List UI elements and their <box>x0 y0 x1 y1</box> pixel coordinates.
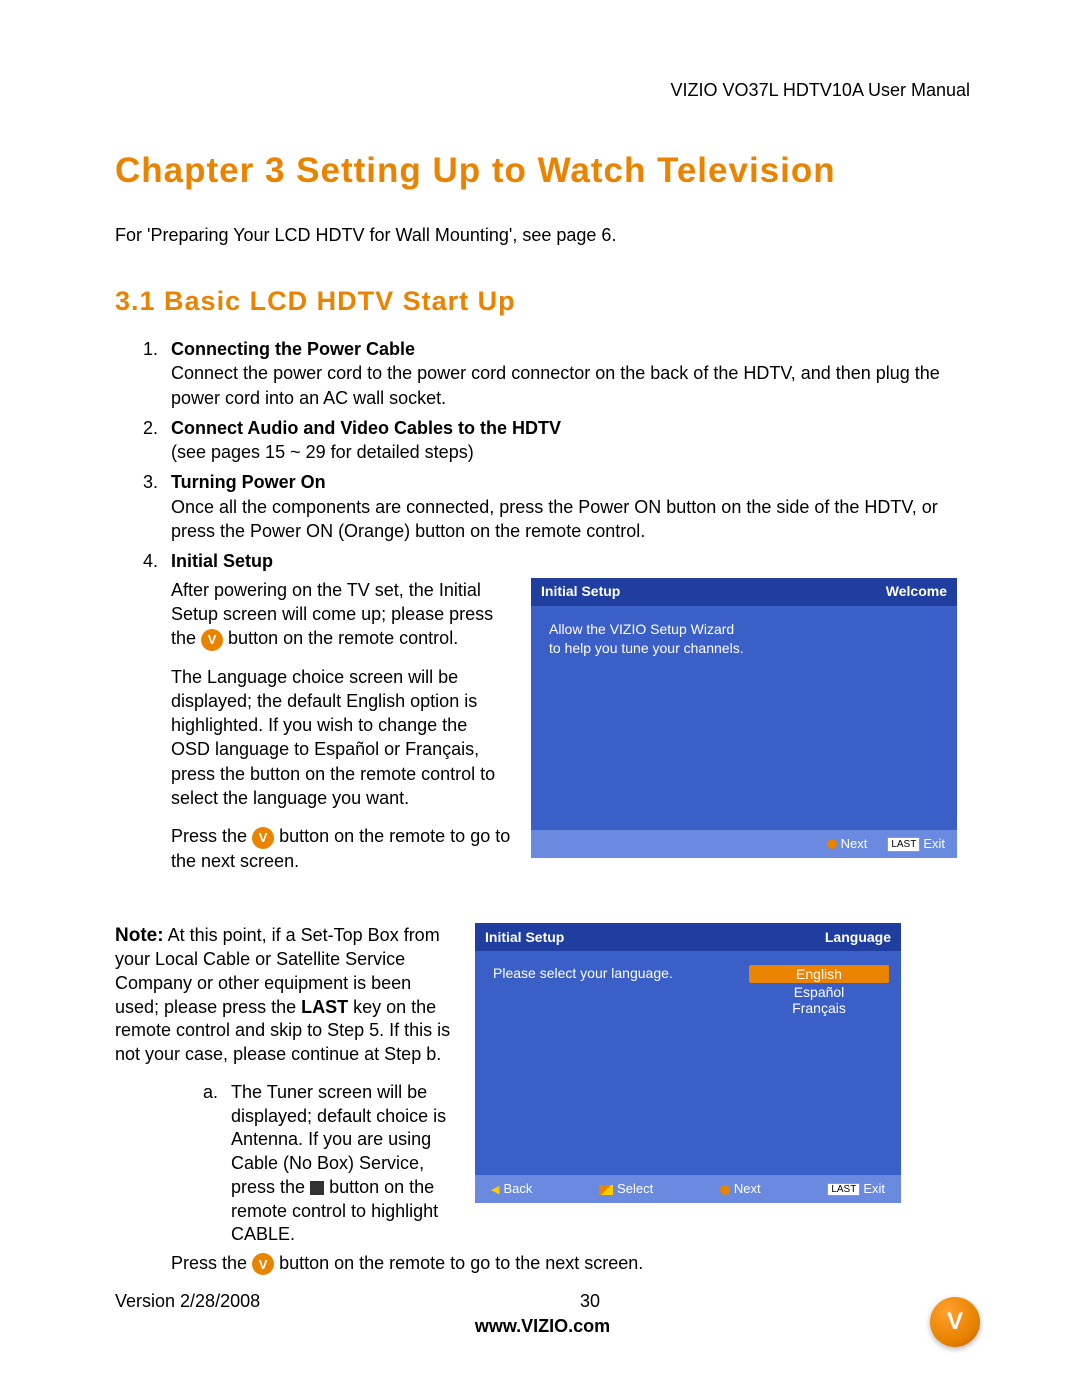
screen2-next: Next <box>720 1181 761 1196</box>
footer-page-number: 30 <box>580 1291 600 1312</box>
screen1-line2: to help you tune your channels. <box>549 639 939 658</box>
screen2-tag: Language <box>825 929 891 945</box>
remote-v-icon: V <box>252 1253 274 1275</box>
remote-v-icon: V <box>252 827 274 849</box>
screen1-exit: LASTExit <box>887 835 945 853</box>
screen1-line1: Allow the VIZIO Setup Wizard <box>549 620 939 639</box>
lang-francais: Français <box>749 1000 889 1016</box>
initial-p3a: Press the <box>171 826 252 846</box>
step-3-title: Turning Power On <box>171 472 326 492</box>
step-3: Turning Power On Once all the components… <box>143 470 970 543</box>
page-footer: Version 2/28/2008 30 www.VIZIO.com <box>115 1291 970 1337</box>
initial-p1b: button on the remote control. <box>228 628 458 648</box>
note-text: Note: At this point, if a Set-Top Box fr… <box>115 923 455 1247</box>
step-2-body: (see pages 15 ~ 29 for detailed steps) <box>171 440 970 464</box>
step-4: Initial Setup After powering on the TV s… <box>143 549 970 887</box>
footer-version: Version 2/28/2008 <box>115 1291 260 1312</box>
screen1-next: Next <box>827 835 868 853</box>
sub-a: The Tuner screen will be displayed; defa… <box>203 1081 455 1247</box>
footer-url: www.VIZIO.com <box>115 1316 970 1337</box>
screen1-title: Initial Setup <box>541 582 620 601</box>
section-title: 3.1 Basic LCD HDTV Start Up <box>115 286 970 317</box>
note-label: Note: <box>115 925 164 946</box>
screen2-back: Back <box>491 1181 532 1196</box>
remote-v-icon: V <box>201 629 223 651</box>
steps-list: Connecting the Power Cable Connect the p… <box>115 337 970 887</box>
step-2-title: Connect Audio and Video Cables to the HD… <box>171 418 561 438</box>
screen2-title: Initial Setup <box>485 929 564 945</box>
step-2: Connect Audio and Video Cables to the HD… <box>143 416 970 465</box>
down-button-icon <box>310 1181 324 1195</box>
note-last-key: LAST <box>301 997 348 1017</box>
screen1-tag: Welcome <box>886 582 947 601</box>
lang-english: English <box>749 965 889 983</box>
step-1-body: Connect the power cord to the power cord… <box>171 361 970 410</box>
vizio-logo-icon: V <box>930 1297 980 1347</box>
step-4-text: After powering on the TV set, the Initia… <box>171 578 511 887</box>
step-1: Connecting the Power Cable Connect the p… <box>143 337 970 410</box>
screenshot-welcome: Initial Setup Welcome Allow the VIZIO Se… <box>531 578 957 858</box>
step-3-body: Once all the components are connected, p… <box>171 495 970 544</box>
lang-espanol: Español <box>749 984 889 1000</box>
chapter-title: Chapter 3 Setting Up to Watch Television <box>115 151 970 191</box>
screen2-exit: LASTExit <box>827 1181 885 1196</box>
intro-text: For 'Preparing Your LCD HDTV for Wall Mo… <box>115 225 970 246</box>
step-4-title: Initial Setup <box>171 551 273 571</box>
initial-p2: The Language choice screen will be displ… <box>171 665 511 811</box>
language-list: English Español Français <box>749 965 889 1016</box>
sub-list: The Tuner screen will be displayed; defa… <box>115 1081 455 1247</box>
step-1-title: Connecting the Power Cable <box>171 339 415 359</box>
document-header: VIZIO VO37L HDTV10A User Manual <box>115 80 970 101</box>
screen2-select: Select <box>599 1181 653 1196</box>
press-line: Press the V button on the remote to go t… <box>115 1253 970 1275</box>
screenshot-language: Initial Setup Language Please select you… <box>475 923 901 1203</box>
